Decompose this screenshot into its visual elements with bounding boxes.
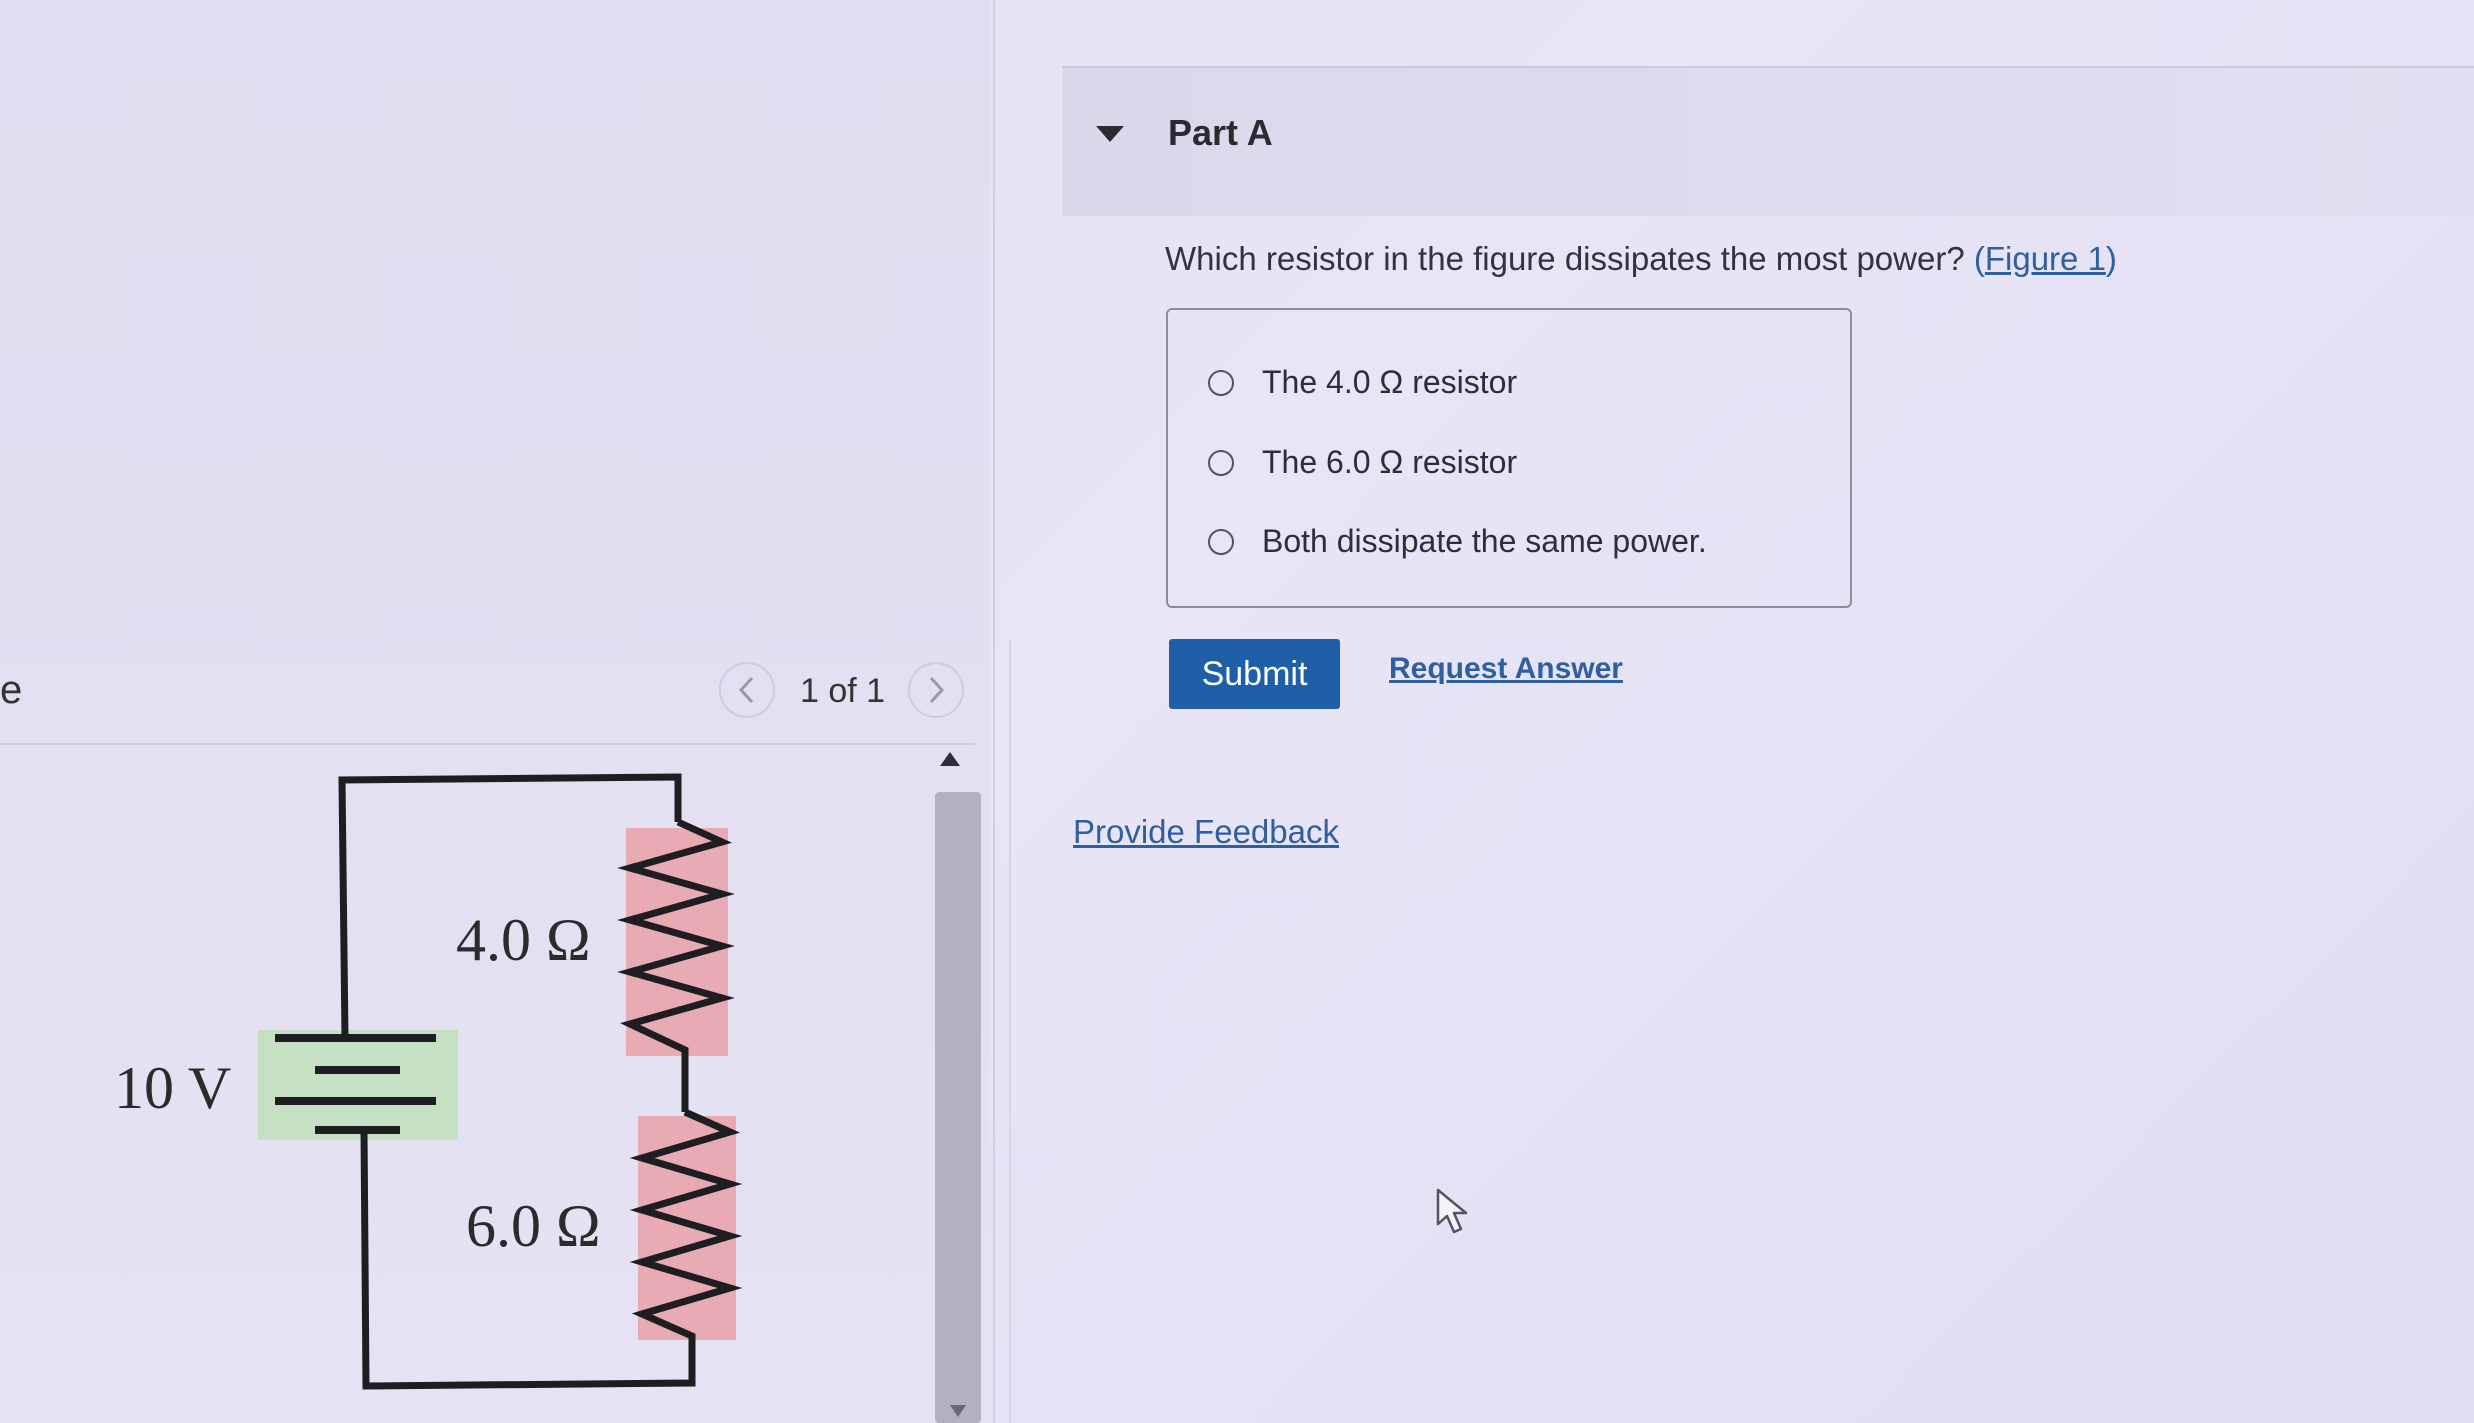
scroll-down-arrow-icon[interactable]	[950, 1405, 966, 1417]
figure-page-counter: 1 of 1	[800, 672, 886, 710]
pane-divider[interactable]	[993, 0, 995, 1423]
radio-button[interactable]	[1208, 528, 1234, 555]
circuit-figure: 10 V 4.0 Ω 6.0 Ω	[114, 773, 743, 1390]
question-text: Which resistor in the figure dissipates …	[1165, 240, 2117, 278]
radio-button[interactable]	[1208, 449, 1234, 476]
part-title: Part A	[1168, 112, 1273, 153]
figure-link-close-paren: )	[2105, 240, 2117, 277]
option-label: The 4.0 Ω resistor	[1262, 364, 1518, 400]
figure-header-divider	[0, 743, 975, 745]
next-figure-button[interactable]	[908, 662, 964, 718]
option-label: Both dissipate the same power.	[1262, 523, 1707, 559]
option-4-ohm[interactable]: The 4.0 Ω resistor	[1208, 364, 1517, 401]
mouse-pointer-icon	[1436, 1188, 1468, 1234]
triangle-down-icon[interactable]	[1096, 126, 1124, 142]
pane-divider-inner	[1009, 640, 1011, 1423]
option-same-power[interactable]: Both dissipate the same power.	[1208, 523, 1707, 560]
question-prompt: Which resistor in the figure dissipates …	[1165, 240, 1974, 277]
scrollbar-thumb[interactable]	[935, 792, 981, 1423]
part-a-header[interactable]	[1062, 66, 2474, 216]
resistor-bottom-label: 6.0 Ω	[466, 1193, 601, 1259]
option-label: The 6.0 Ω resistor	[1262, 444, 1518, 480]
option-6-ohm[interactable]: The 6.0 Ω resistor	[1208, 444, 1517, 481]
radio-button[interactable]	[1208, 369, 1234, 396]
battery-voltage-label: 10 V	[114, 1055, 231, 1121]
chevron-left-icon	[738, 676, 754, 704]
scroll-up-arrow-icon[interactable]	[940, 752, 960, 766]
chevron-right-icon	[929, 676, 945, 704]
resistor-bottom-highlight	[638, 1116, 736, 1340]
provide-feedback-link[interactable]: Provide Feedback	[1073, 813, 1339, 851]
submit-button[interactable]: Submit	[1169, 639, 1340, 709]
figure-link[interactable]: Figure 1	[1985, 240, 2106, 277]
figure-link-open-paren: (	[1973, 240, 1985, 277]
battery-highlight	[258, 1030, 458, 1140]
resistor-top-label: 4.0 Ω	[456, 907, 591, 973]
request-answer-link[interactable]: Request Answer	[1389, 652, 1623, 686]
previous-figure-button[interactable]	[719, 662, 775, 718]
truncated-text: e	[0, 668, 23, 712]
